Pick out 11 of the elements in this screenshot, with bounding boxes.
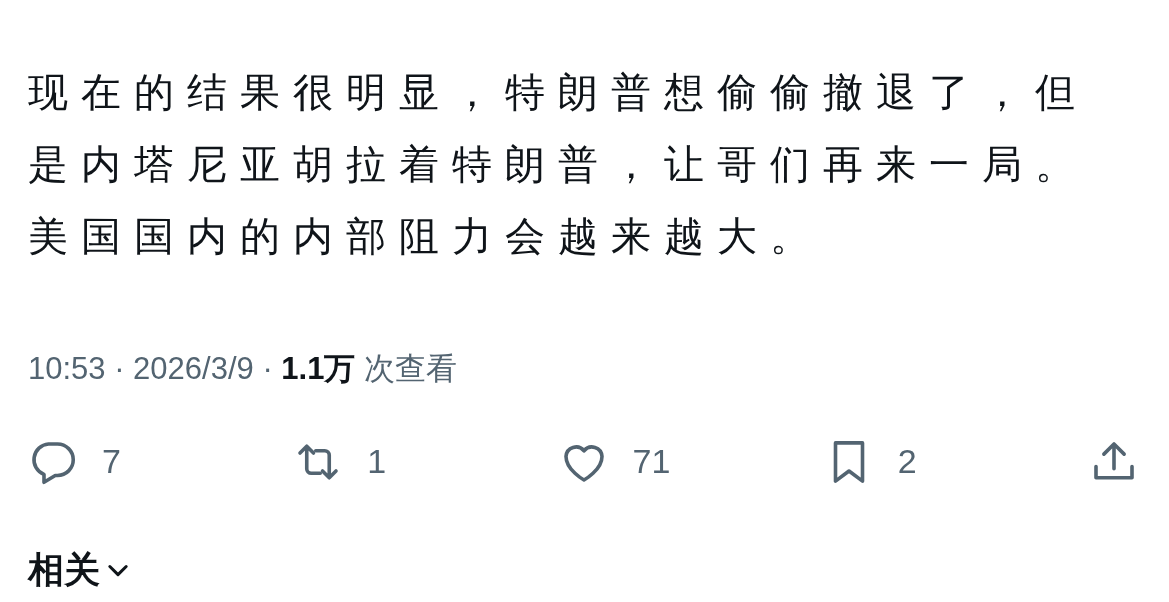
bookmark-button[interactable]: 2: [821, 434, 1012, 489]
count: 7: [102, 441, 121, 482]
post-meta: 10:53 · 2026/3/9 · 1.1万 次查看: [28, 350, 459, 388]
count: 1: [367, 441, 387, 482]
related-toggle[interactable]: 相关: [28, 542, 132, 597]
post-text: 现在的结果很明显，特朗普想偷偷撤退了，但是内塔尼亚胡拉着特朗普，让哥们再来一局。美国国内的内部阻力会越来越大。: [28, 69, 1089, 260]
repost-button[interactable]: 1: [291, 434, 482, 489]
like-button[interactable]: 71: [556, 434, 747, 489]
reply-button[interactable]: 7: [26, 434, 216, 489]
count: 2: [897, 441, 917, 482]
count: 71: [632, 441, 671, 482]
